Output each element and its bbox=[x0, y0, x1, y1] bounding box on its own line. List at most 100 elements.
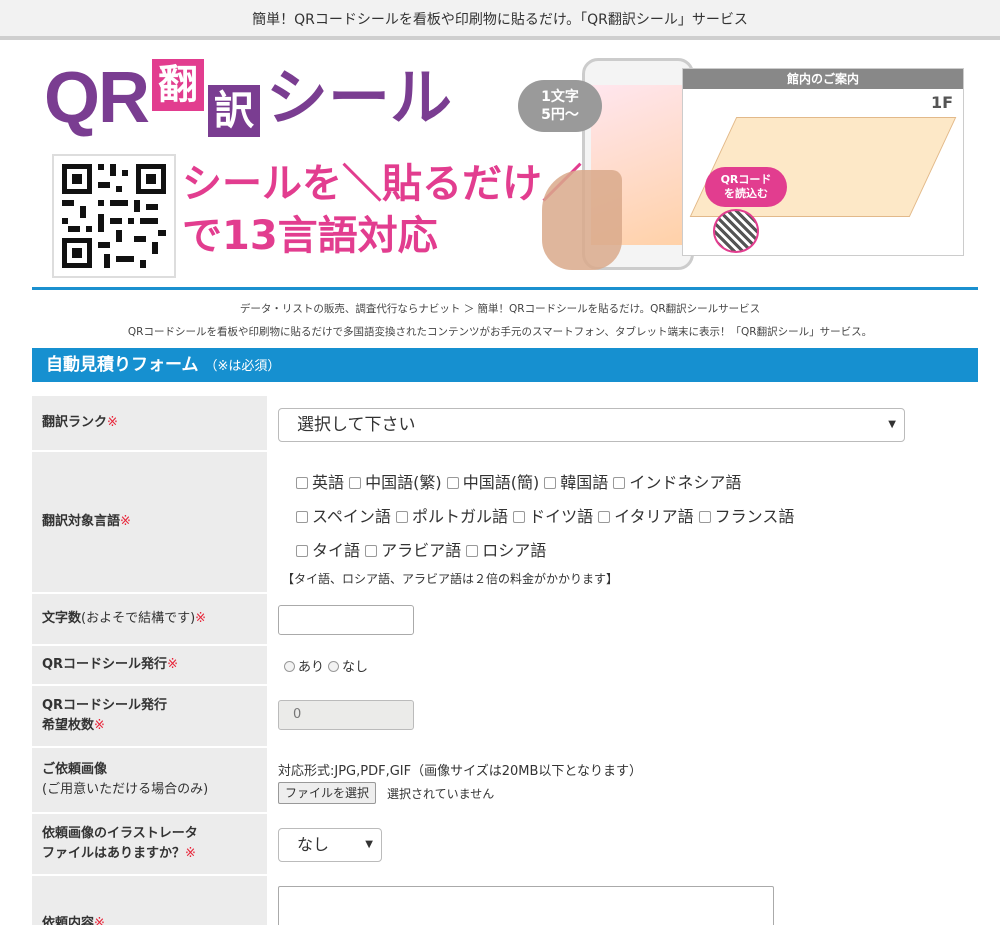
lang-label: アラビア語 bbox=[381, 541, 462, 560]
logo-seal-text: シール bbox=[266, 61, 453, 134]
required-mark: ※ bbox=[94, 718, 105, 733]
qr-count-label-line-1: QRコードシール発行 bbox=[42, 698, 168, 713]
character-count-label-note: (およそで結構です) bbox=[81, 611, 196, 626]
lang-checkbox-korean[interactable]: 韓国語 bbox=[544, 473, 608, 492]
illustrator-file-select[interactable]: なし ▼ bbox=[278, 828, 382, 862]
row-translation-rank: 翻訳ランク※ 選択して下さい ▼ bbox=[32, 396, 978, 452]
lang-checkbox-thai[interactable]: タイ語 bbox=[296, 541, 360, 560]
breadcrumb-text[interactable]: データ・リストの販売、調査代行ならナビット ＞ 簡単！QRコードシールを貼るだけ… bbox=[240, 303, 760, 315]
form-subtitle: （※は必須） bbox=[204, 359, 281, 374]
map-floor-label: 1F bbox=[930, 93, 953, 112]
top-announcement-bar: 簡単！QRコードシールを看板や印刷物に貼るだけ。「QR翻訳シール」サービス bbox=[0, 0, 1000, 40]
qr-count-label-line-2: 希望枚数 bbox=[42, 718, 95, 733]
required-mark: ※ bbox=[185, 846, 196, 861]
lang-checkbox-french[interactable]: フランス語 bbox=[698, 507, 795, 526]
translation-rank-label-text: 翻訳ランク bbox=[42, 415, 108, 430]
lang-label: 中国語(繁) bbox=[365, 473, 442, 492]
character-count-label: 文字数(およそで結構です)※ bbox=[32, 594, 267, 644]
file-status-text: 選択されていません bbox=[387, 787, 495, 801]
floor-map-image: 館内のご案内 1F QRコード を読込む bbox=[682, 68, 964, 256]
top-announcement-text: 簡単！QRコードシールを看板や印刷物に貼るだけ。「QR翻訳シール」サービス bbox=[252, 12, 748, 28]
lang-checkbox-spanish[interactable]: スペイン語 bbox=[296, 507, 391, 526]
translation-rank-select[interactable]: 選択して下さい ▼ bbox=[278, 408, 905, 442]
target-languages-label: 翻訳対象言語※ bbox=[32, 452, 267, 592]
form-title: 自動見積りフォーム bbox=[46, 355, 199, 375]
character-count-label-text: 文字数 bbox=[42, 611, 82, 626]
form-title-bar: 自動見積りフォーム （※は必須） bbox=[32, 348, 978, 382]
required-mark: ※ bbox=[195, 611, 207, 626]
lang-label: 韓国語 bbox=[560, 473, 609, 492]
map-badge-line-1: QRコード bbox=[720, 173, 772, 186]
request-image-label-line-1: ご依頼画像 bbox=[42, 762, 108, 777]
language-row-3: タイ語 アラビア語 ロシア語 bbox=[296, 534, 794, 568]
logo-qr-text: QR bbox=[44, 58, 150, 138]
language-surcharge-note: 【タイ語、ロシア語、アラビア語は２倍の料金がかかります】 bbox=[282, 572, 619, 586]
qr-count-label: QRコードシール発行 希望枚数※ bbox=[32, 686, 267, 746]
map-badge-line-2: を読込む bbox=[724, 187, 768, 200]
logo-char-yaku: 訳 bbox=[208, 85, 260, 137]
lang-checkbox-arabic[interactable]: アラビア語 bbox=[365, 541, 461, 560]
map-qr-badge: QRコード を読込む bbox=[705, 167, 787, 207]
request-content-textarea[interactable] bbox=[278, 886, 774, 925]
smartphone-illustration: 1文字 5円～ bbox=[518, 50, 704, 276]
lang-checkbox-russian[interactable]: ロシア語 bbox=[466, 541, 546, 560]
price-bubble: 1文字 5円～ bbox=[518, 80, 602, 132]
required-mark: ※ bbox=[167, 657, 178, 672]
row-qr-count: QRコードシール発行 希望枚数※ 0 bbox=[32, 686, 978, 748]
radio-label: なし bbox=[342, 659, 369, 675]
illustrator-file-label: 依頼画像のイラストレータ ファイルはありますか？※ bbox=[32, 814, 267, 874]
lang-checkbox-english[interactable]: 英語 bbox=[296, 473, 344, 492]
page-description: QRコードシールを看板や印刷物に貼るだけで多国語変換されたコンテンツがお手元のス… bbox=[127, 326, 873, 338]
lang-label: タイ語 bbox=[312, 541, 361, 560]
illustrator-file-label-line-2: ファイルはありますか？ bbox=[42, 846, 186, 861]
lang-label: イタリア語 bbox=[614, 507, 694, 526]
lang-checkbox-portuguese[interactable]: ポルトガル語 bbox=[395, 507, 508, 526]
language-row-1: 英語 中国語(繁) 中国語(簡) 韓国語 インドネシア語 bbox=[296, 466, 794, 500]
qr-issue-radio-group: あり なし bbox=[284, 646, 368, 684]
file-format-note: 対応形式:JPG,PDF,GIF（画像サイズは20MB以下となります） bbox=[278, 764, 643, 779]
row-request-image: ご依頼画像 (ご用意いただける場合のみ) 対応形式:JPG,PDF,GIF（画像… bbox=[32, 748, 978, 814]
row-character-count: 文字数(およそで結構です)※ bbox=[32, 594, 978, 646]
lang-label: ロシア語 bbox=[482, 541, 547, 560]
row-qr-issue: QRコードシール発行※ あり なし bbox=[32, 646, 978, 686]
translation-rank-label: 翻訳ランク※ bbox=[32, 396, 267, 450]
language-checkbox-group: 英語 中国語(繁) 中国語(簡) 韓国語 インドネシア語 スペイン語 ポルトガル… bbox=[296, 466, 794, 568]
logo-char-hon: 翻 bbox=[152, 59, 204, 111]
lang-checkbox-german[interactable]: ドイツ語 bbox=[513, 507, 593, 526]
illustrator-file-selected: なし bbox=[297, 835, 330, 854]
request-image-label-line-2: (ご用意いただける場合のみ) bbox=[42, 782, 209, 797]
language-row-2: スペイン語 ポルトガル語 ドイツ語 イタリア語 フランス語 bbox=[296, 500, 794, 534]
map-qr-sticker bbox=[713, 209, 759, 253]
request-image-label: ご依頼画像 (ご用意いただける場合のみ) bbox=[32, 748, 267, 812]
lang-label: ドイツ語 bbox=[529, 507, 594, 526]
lang-checkbox-indonesian[interactable]: インドネシア語 bbox=[613, 473, 741, 492]
required-mark: ※ bbox=[94, 916, 105, 925]
translation-rank-selected: 選択して下さい bbox=[297, 415, 416, 435]
row-illustrator-file: 依頼画像のイラストレータ ファイルはありますか？※ なし ▼ bbox=[32, 814, 978, 876]
choose-file-button[interactable]: ファイルを選択 bbox=[278, 782, 377, 804]
lang-label: ポルトガル語 bbox=[411, 507, 508, 526]
required-mark: ※ bbox=[120, 514, 131, 529]
lang-checkbox-italian[interactable]: イタリア語 bbox=[598, 507, 694, 526]
row-target-languages: 翻訳対象言語※ 英語 中国語(繁) 中国語(簡) 韓国語 インドネシア語 スペイ… bbox=[32, 452, 978, 594]
map-title: 館内のご案内 bbox=[683, 69, 963, 89]
qr-count-input[interactable]: 0 bbox=[278, 700, 414, 730]
banner-divider bbox=[32, 287, 978, 290]
character-count-input[interactable] bbox=[278, 605, 414, 635]
lang-label: 英語 bbox=[312, 473, 345, 492]
qr-issue-label: QRコードシール発行※ bbox=[32, 646, 267, 684]
lang-label: インドネシア語 bbox=[629, 473, 742, 492]
qr-translation-seal-logo: QR 翻 訳 シール bbox=[44, 58, 452, 138]
qr-issue-radio-yes[interactable]: あり bbox=[284, 656, 324, 675]
lang-checkbox-chinese-traditional[interactable]: 中国語(繁) bbox=[349, 473, 442, 492]
breadcrumb: データ・リストの販売、調査代行ならナビット ＞ 簡単！QRコードシールを貼るだけ… bbox=[0, 302, 1000, 316]
chevron-down-icon: ▼ bbox=[365, 839, 373, 850]
required-mark: ※ bbox=[107, 415, 118, 430]
hand-image bbox=[542, 170, 622, 270]
qr-issue-label-text: QRコードシール発行 bbox=[42, 657, 168, 672]
request-content-label: 依頼内容※ bbox=[32, 876, 267, 925]
lang-checkbox-chinese-simplified[interactable]: 中国語(簡) bbox=[446, 473, 539, 492]
qr-issue-radio-no[interactable]: なし bbox=[328, 656, 368, 675]
lang-label: スペイン語 bbox=[312, 507, 391, 526]
lang-label: フランス語 bbox=[714, 507, 795, 526]
